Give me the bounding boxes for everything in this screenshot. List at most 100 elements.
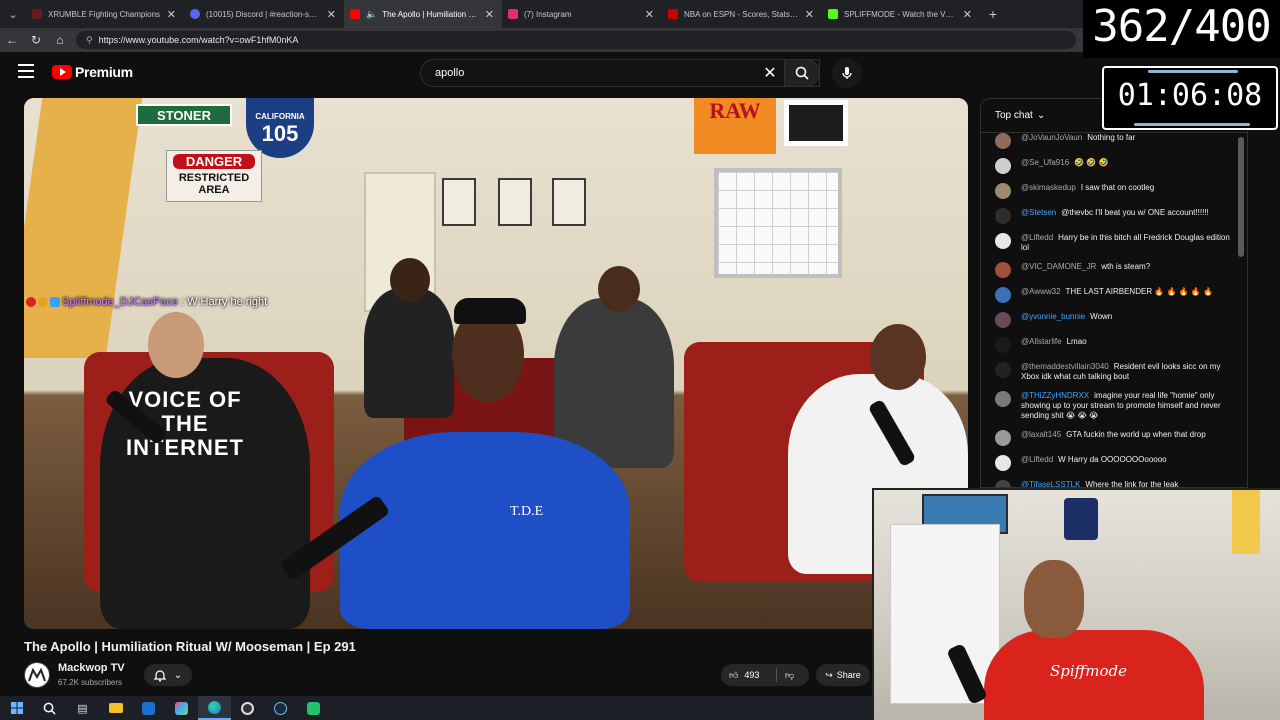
youtube-logo[interactable]: Premium xyxy=(52,64,133,80)
task-view-icon[interactable]: ▤ xyxy=(66,696,99,720)
close-tab-icon[interactable]: ✕ xyxy=(485,8,494,21)
url-text: https://www.youtube.com/watch?v=owF1hfM0… xyxy=(98,35,299,45)
like-button[interactable]: 👍︎ 493 xyxy=(721,668,777,682)
chat-username[interactable]: @Liftedd xyxy=(1021,233,1053,242)
taskbar-search-icon[interactable] xyxy=(33,696,66,720)
chat-username[interactable]: @Stetsen xyxy=(1021,208,1056,217)
chat-message[interactable]: @Liftedd W Harry da OOOOOOOooooo xyxy=(981,455,1243,471)
chat-username[interactable]: @THiZZyHNDRXX xyxy=(1021,391,1089,400)
chat-message[interactable]: @Stetsen @thevbc I'll beat you w/ ONE acc… xyxy=(981,208,1243,224)
search-icon xyxy=(43,702,56,715)
webcam-poster xyxy=(1064,498,1098,540)
chat-avatar[interactable] xyxy=(995,362,1011,378)
chat-avatar[interactable] xyxy=(995,337,1011,353)
voice-search-button[interactable] xyxy=(832,58,862,88)
chat-avatar[interactable] xyxy=(995,455,1011,471)
chat-message[interactable]: @Liftedd Harry be in this bitch all Fredr… xyxy=(981,233,1243,253)
video-player[interactable]: STONER CALIFORNIA 105 DANGER RESTRICTED … xyxy=(24,98,968,629)
dislike-button[interactable]: 👎︎ xyxy=(777,670,794,681)
new-tab-icon[interactable]: + xyxy=(980,6,1006,22)
notification-bell-button[interactable]: ⌄ xyxy=(144,664,192,686)
chat-username[interactable]: @VIC_DAMONE_JR xyxy=(1021,262,1096,271)
chat-username[interactable]: @Awww32 xyxy=(1021,287,1061,296)
close-tab-icon[interactable]: ✕ xyxy=(167,8,176,21)
green-app-icon[interactable] xyxy=(297,696,330,720)
chat-username[interactable]: @Liftedd xyxy=(1021,455,1053,464)
chat-avatar[interactable] xyxy=(995,391,1011,407)
chat-message-list[interactable]: @JoVaunJoVaun Nothing to far @Se_Ufa916 🤣 🤣… xyxy=(981,133,1243,488)
chat-username[interactable]: @Allstarlife xyxy=(1021,337,1062,346)
chat-text: Where the link for the leak xyxy=(1085,480,1179,488)
close-tab-icon[interactable]: ✕ xyxy=(805,8,814,21)
chat-avatar[interactable] xyxy=(995,430,1011,446)
address-bar[interactable]: ⚲ https://www.youtube.com/watch?v=owF1hf… xyxy=(76,31,1076,49)
chat-username[interactable]: @Se_Ufa916 xyxy=(1021,158,1069,167)
chat-avatar[interactable] xyxy=(995,133,1011,149)
chat-username[interactable]: @themaddestvillain3040 xyxy=(1021,362,1109,371)
chat-message[interactable]: @TifaseLSSTLK Where the link for the leak xyxy=(981,480,1243,488)
browser-tab[interactable]: NBA on ESPN - Scores, Stats and H ✕ xyxy=(662,0,822,28)
chat-message[interactable]: @yvonnie_bunnie Wown xyxy=(981,312,1243,328)
chat-text: wth is steam? xyxy=(1101,262,1151,271)
channel-name[interactable]: Mackwop TV xyxy=(58,662,125,674)
share-button[interactable]: ↪ Share xyxy=(816,664,870,686)
home-icon[interactable]: ⌂ xyxy=(48,33,72,47)
chat-avatar[interactable] xyxy=(995,262,1011,278)
chat-username[interactable]: @TifaseLSSTLK xyxy=(1021,480,1080,487)
browser-tab-active[interactable]: 🔈 The Apollo | Humiliation Ritual ✕ xyxy=(344,0,502,28)
timer-bar-bottom xyxy=(1134,123,1250,126)
search-button[interactable] xyxy=(784,59,820,87)
chat-avatar[interactable] xyxy=(995,233,1011,249)
site-info-icon[interactable]: ⚲ xyxy=(86,35,93,46)
browser-tab[interactable]: (10015) Discord | #reaction-subm ✕ xyxy=(184,0,344,28)
chat-avatar[interactable] xyxy=(995,183,1011,199)
outlook-icon[interactable] xyxy=(132,696,165,720)
chat-message[interactable]: @laxalt145 GTA fuckin the world up when t… xyxy=(981,430,1243,446)
chat-username[interactable]: @yvonnie_bunnie xyxy=(1021,312,1085,321)
chat-message[interactable]: @Awww32 THE LAST AIRBENDER 🔥 🔥 🔥 🔥 🔥 xyxy=(981,287,1243,303)
chat-username[interactable]: @skimaskedup xyxy=(1021,183,1076,192)
app-icon[interactable] xyxy=(165,696,198,720)
chat-message[interactable]: @JoVaunJoVaun Nothing to far xyxy=(981,133,1243,149)
chat-scrollbar[interactable] xyxy=(1238,137,1244,257)
thumbs-up-icon: 👍︎ xyxy=(729,669,739,680)
wall-frame xyxy=(442,178,476,226)
chat-avatar[interactable] xyxy=(995,208,1011,224)
start-menu-icon[interactable] xyxy=(0,696,33,720)
close-tab-icon[interactable]: ✕ xyxy=(645,8,654,21)
browser-tab[interactable]: SPLIFFMODE - Watch the VOD on ✕ xyxy=(822,0,980,28)
webcam-door xyxy=(890,524,1000,704)
tab-search-icon[interactable]: ⌄ xyxy=(0,0,26,28)
windows-taskbar: ▤ xyxy=(0,696,872,720)
chat-message[interactable]: @Allstarlife Lmao xyxy=(981,337,1243,353)
back-arrow-icon[interactable]: ← xyxy=(0,33,24,47)
chat-avatar[interactable] xyxy=(995,480,1011,487)
chat-avatar[interactable] xyxy=(995,158,1011,174)
browser-tab[interactable]: (7) Instagram ✕ xyxy=(502,0,662,28)
obs-icon[interactable] xyxy=(231,696,264,720)
chat-text: GTA fuckin the world up when that drop xyxy=(1066,430,1206,439)
speaker-icon[interactable]: 🔈 xyxy=(366,9,377,20)
tab-title: NBA on ESPN - Scores, Stats and H xyxy=(684,9,799,19)
clear-search-icon[interactable]: ✕ xyxy=(758,59,782,87)
chat-username[interactable]: @JoVaunJoVaun xyxy=(1021,133,1082,142)
chat-text: W Harry da OOOOOOOooooo xyxy=(1058,455,1167,464)
chat-message[interactable]: @skimaskedup I saw that on cootleg xyxy=(981,183,1243,199)
chat-avatar[interactable] xyxy=(995,312,1011,328)
close-tab-icon[interactable]: ✕ xyxy=(963,8,972,21)
streamer-shirt-text: Spiffmode xyxy=(1050,662,1128,680)
edge-browser-icon[interactable] xyxy=(198,696,231,720)
close-tab-icon[interactable]: ✕ xyxy=(327,8,336,21)
chat-message[interactable]: @THiZZyHNDRXX imagine your real life "hom… xyxy=(981,391,1243,421)
chat-message[interactable]: @themaddestvillain3040 Resident evil look… xyxy=(981,362,1243,382)
steam-icon[interactable] xyxy=(264,696,297,720)
file-explorer-icon[interactable] xyxy=(99,696,132,720)
chat-message[interactable]: @VIC_DAMONE_JR wth is steam? xyxy=(981,262,1243,278)
chat-message[interactable]: @Se_Ufa916 🤣 🤣 🤣 xyxy=(981,158,1243,174)
chat-avatar[interactable] xyxy=(995,287,1011,303)
reload-icon[interactable]: ↻ xyxy=(24,33,48,47)
channel-avatar[interactable] xyxy=(24,662,50,688)
browser-tab[interactable]: XRUMBLE Fighting Champions ✕ xyxy=(26,0,184,28)
menu-icon[interactable] xyxy=(18,64,34,80)
chat-username[interactable]: @laxalt145 xyxy=(1021,430,1061,439)
